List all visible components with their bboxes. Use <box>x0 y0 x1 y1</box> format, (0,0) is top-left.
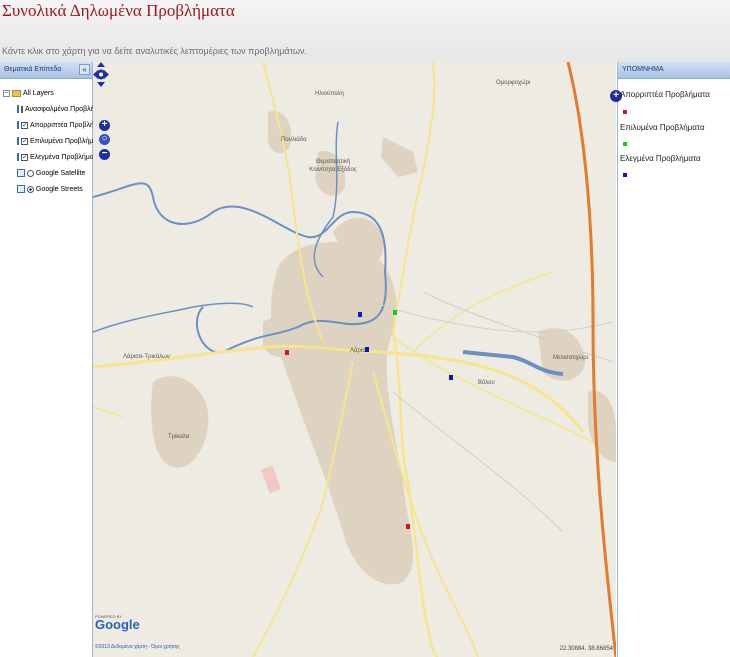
layer-tree: − All Layers Ανασφαλμένα Προβλήματα ✓ Απ… <box>0 79 109 197</box>
map-label: Ηλιούπολη <box>315 91 344 97</box>
zoom-in-button[interactable]: + <box>99 120 110 131</box>
checked-marker[interactable] <box>358 312 362 317</box>
layer-item-label: Google Satellite <box>36 169 86 177</box>
collapse-tree-icon[interactable]: − <box>3 89 10 97</box>
layer-tree-root[interactable]: − All Layers <box>3 85 92 101</box>
layers-panel-title: Θεματικά Επίπεδα <box>4 66 62 73</box>
map-copyright-link[interactable]: ©2013 Δεδομένα χάρτη - Όροι χρήσης <box>95 644 180 650</box>
map-label: Μελισσοχώρι <box>553 355 589 361</box>
layer-checkbox[interactable]: ✓ <box>21 137 28 145</box>
legend-item-solved: Επιλυμένα Προβλήματα <box>620 123 705 132</box>
google-logo[interactable]: Google <box>95 617 140 632</box>
layer-item-pending[interactable]: Ανασφαλμένα Προβλήματα <box>3 101 109 117</box>
map-label: Θεραπευτική Κοινότητα Εξόδος <box>309 159 357 173</box>
page-header: Συνολικά Δηλωμένα Προβλήματα Κάντε κλικ … <box>0 0 730 62</box>
layer-item-label: Ελεγμένα Προβλήματα <box>30 153 101 161</box>
map-label: Ομορφοχώρι <box>496 80 531 86</box>
legend-swatch-rejected <box>623 110 627 114</box>
world-icon[interactable]: ○ <box>99 134 110 145</box>
map-label: Λάρισα-Τρικάλων <box>123 354 170 360</box>
layer-icon <box>17 105 19 113</box>
layer-radio-selected[interactable] <box>27 185 34 193</box>
legend-swatch-solved <box>623 142 627 146</box>
map-label: Βόλου <box>478 380 495 386</box>
layer-icon <box>17 121 19 129</box>
pan-arrows-icon[interactable] <box>93 62 109 87</box>
layers-panel: Θεματικά Επίπεδα « − All Layers Ανασφαλμ… <box>0 62 109 657</box>
checked-marker[interactable] <box>365 347 369 352</box>
layer-checkbox[interactable]: ✓ <box>21 121 28 129</box>
legend-title: ΥΠΟΜΝΗΜΑ <box>618 62 730 79</box>
layer-item-checked[interactable]: ✓ Ελεγμένα Προβλήματα <box>3 149 101 165</box>
layer-item-label: Google Streets <box>36 185 83 193</box>
layer-icon <box>17 153 19 161</box>
map-base <box>93 62 616 657</box>
folder-icon <box>12 89 21 97</box>
layer-checkbox[interactable] <box>21 105 23 113</box>
layer-icon <box>17 185 25 193</box>
rejected-marker[interactable] <box>406 524 410 529</box>
solved-marker[interactable] <box>393 310 397 315</box>
map-canvas[interactable]: Ομορφοχώρι Πουλιάδα Θεραπευτική Κοινότητ… <box>93 62 616 657</box>
layer-item-rejected[interactable]: ✓ Απορριπτέα Προβλήματα <box>3 117 109 133</box>
layer-item-solved[interactable]: ✓ Επιλυμένα Προβλήματα <box>3 133 104 149</box>
collapse-panel-button[interactable]: « <box>79 64 90 75</box>
map-label: Τρίκαλα <box>168 434 190 440</box>
legend-item-checked: Ελεγμένα Προβλήματα <box>620 154 701 163</box>
mouse-coordinates: 22.30884, 38.86854 <box>559 646 613 652</box>
layer-root-label: All Layers <box>23 89 54 97</box>
zoom-out-button[interactable]: − <box>99 149 110 160</box>
layer-checkbox[interactable]: ✓ <box>21 153 28 161</box>
legend-panel: ΥΠΟΜΝΗΜΑ + Απορριπτέα Προβλήματα Επιλυμέ… <box>610 62 730 657</box>
layer-item-google-satellite[interactable]: Google Satellite <box>3 165 92 181</box>
layer-icon <box>17 169 25 177</box>
layers-panel-header: Θεματικά Επίπεδα « <box>0 62 92 79</box>
layer-item-google-streets[interactable]: Google Streets <box>3 181 92 197</box>
rejected-marker[interactable] <box>285 350 289 355</box>
layer-icon <box>17 137 19 145</box>
map-instructions: Κάντε κλικ στο χάρτη για να δείτε αναλυτ… <box>2 46 308 56</box>
checked-marker[interactable] <box>449 375 453 380</box>
legend-swatch-checked <box>623 173 627 177</box>
map-label: Πουλιάδα <box>281 137 307 143</box>
layer-radio[interactable] <box>27 169 34 177</box>
legend-item-rejected: Απορριπτέα Προβλήματα <box>620 90 710 99</box>
page-title: Συνολικά Δηλωμένα Προβλήματα <box>2 1 235 20</box>
